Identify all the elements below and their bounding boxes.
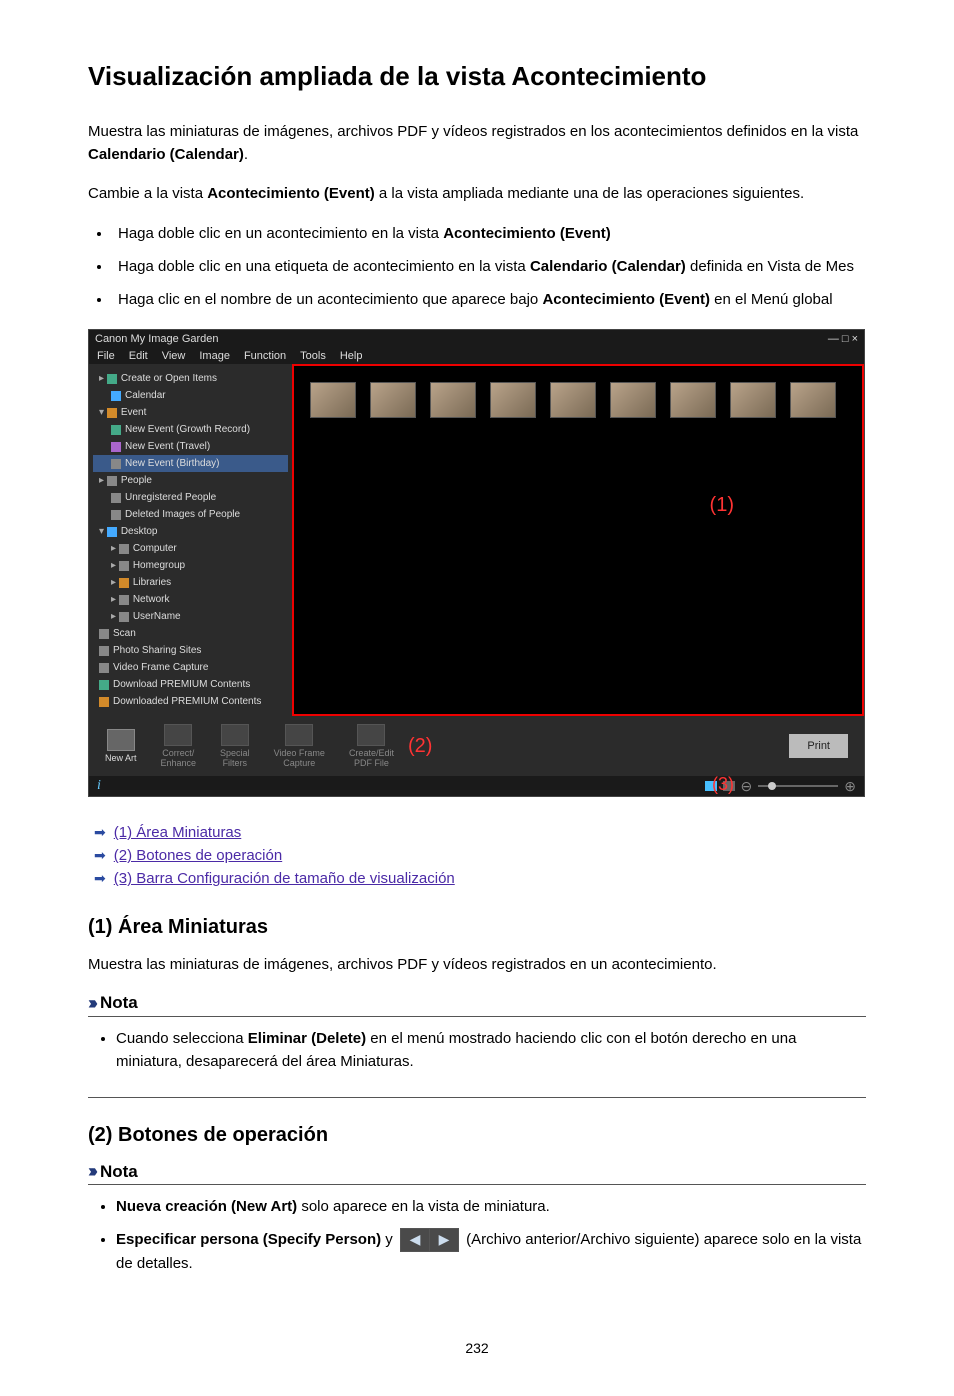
special-filters-button: Special Filters	[220, 724, 250, 768]
window-title: Canon My Image Garden	[95, 333, 219, 345]
section-1-body: Muestra las miniaturas de imágenes, arch…	[88, 953, 866, 976]
menu-item: Image	[199, 350, 230, 362]
menu-item: Edit	[129, 350, 148, 362]
menu-item: File	[97, 350, 115, 362]
tree-item: ▸ Network	[93, 591, 288, 608]
thumbnail	[430, 382, 476, 418]
menu-item: Help	[340, 350, 363, 362]
intro-paragraph-2: Cambie a la vista Acontecimiento (Event)…	[88, 182, 866, 205]
anchor-list: ➡ (1) Área Miniaturas ➡ (2) Botones de o…	[88, 821, 866, 890]
prev-next-icon: ◀▶	[400, 1228, 459, 1252]
video-frame-button: Video Frame Capture	[274, 724, 325, 768]
note-block: ››› Nota Cuando selecciona Eliminar (Del…	[88, 993, 866, 1099]
prev-icon: ◀	[401, 1229, 429, 1251]
thumbnail	[610, 382, 656, 418]
list-item: Haga doble clic en una etiqueta de acont…	[112, 255, 866, 278]
tree-item: ▸ People	[93, 472, 288, 489]
zoom-slider	[758, 785, 838, 787]
anchor-link-barra-config[interactable]: (3) Barra Configuración de tamaño de vis…	[114, 870, 455, 887]
info-icon: i	[97, 778, 101, 794]
section-2-heading: (2) Botones de operación	[88, 1124, 866, 1147]
thumbnail	[490, 382, 536, 418]
correct-enhance-button: Correct/ Enhance	[161, 724, 197, 768]
operation-toolbar: New Art Correct/ Enhance Special Filters…	[89, 716, 864, 776]
arrow-right-icon: ➡	[94, 824, 106, 841]
page-title: Visualización ampliada de la vista Acont…	[88, 60, 866, 94]
thumbnail	[670, 382, 716, 418]
pdf-icon	[357, 724, 385, 746]
tree-item: Deleted Images of People	[93, 506, 288, 523]
tree-item: ▸ UserName	[93, 608, 288, 625]
anchor-link-botones[interactable]: (2) Botones de operación	[114, 847, 282, 864]
thumbnail	[730, 382, 776, 418]
app-screenshot: Canon My Image Garden — □ × File Edit Vi…	[88, 329, 865, 797]
note-block: ››› Nota Nueva creación (New Art) solo a…	[88, 1161, 866, 1300]
tree-item: ▸ Homegroup	[93, 557, 288, 574]
print-button: Print	[789, 734, 848, 758]
window-titlebar: Canon My Image Garden — □ ×	[89, 330, 864, 348]
note-title: Nota	[100, 993, 138, 1013]
callout-marker-3: (3)	[712, 774, 734, 795]
next-icon: ▶	[429, 1229, 458, 1251]
video-icon	[285, 724, 313, 746]
anchor-item[interactable]: ➡ (3) Barra Configuración de tamaño de v…	[88, 867, 866, 890]
chevrons-icon: ›››	[88, 993, 94, 1014]
anchor-item[interactable]: ➡ (1) Área Miniaturas	[88, 821, 866, 844]
callout-marker-1: (1)	[710, 494, 734, 517]
section-1-heading: (1) Área Miniaturas	[88, 916, 866, 939]
nav-tree: ▸ Create or Open Items Calendar▾ Event N…	[89, 364, 292, 716]
create-pdf-button: Create/Edit PDF File	[349, 724, 394, 768]
anchor-link-area-miniaturas[interactable]: (1) Área Miniaturas	[114, 824, 242, 841]
callout-marker-2: (2)	[408, 735, 432, 758]
tree-item: ▸ Libraries	[93, 574, 288, 591]
new-art-button: New Art	[105, 729, 137, 763]
chevrons-icon: ›››	[88, 1161, 94, 1182]
tree-item: ▾ Event	[93, 404, 288, 421]
menu-item: View	[162, 350, 186, 362]
window-controls: — □ ×	[828, 333, 858, 345]
tree-item: Downloaded PREMIUM Contents	[93, 693, 288, 710]
tree-item: New Event (Travel)	[93, 438, 288, 455]
filters-icon	[221, 724, 249, 746]
tree-item: New Event (Growth Record)	[93, 421, 288, 438]
tree-item: Download PREMIUM Contents	[93, 676, 288, 693]
new-art-icon	[107, 729, 135, 751]
tree-item: ▾ Desktop	[93, 523, 288, 540]
tree-item: ▸ Create or Open Items	[93, 370, 288, 387]
tree-item: Calendar	[93, 387, 288, 404]
thumbnail	[550, 382, 596, 418]
arrow-right-icon: ➡	[94, 847, 106, 864]
operations-list: Haga doble clic en un acontecimiento en …	[88, 222, 866, 312]
thumbnail	[370, 382, 416, 418]
list-item: Haga doble clic en un acontecimiento en …	[112, 222, 866, 245]
menu-item: Function	[244, 350, 286, 362]
menu-item: Tools	[300, 350, 326, 362]
tree-item: Unregistered People	[93, 489, 288, 506]
note-title: Nota	[100, 1162, 138, 1182]
page-number: 232	[88, 1340, 866, 1356]
tree-item: ▸ Computer	[93, 540, 288, 557]
intro-paragraph-1: Muestra las miniaturas de imágenes, arch…	[88, 120, 866, 167]
tree-item: Photo Sharing Sites	[93, 642, 288, 659]
note-list-item: Cuando selecciona Eliminar (Delete) en e…	[116, 1027, 866, 1074]
correct-icon	[164, 724, 192, 746]
menubar: File Edit View Image Function Tools Help	[89, 348, 864, 364]
tree-item: Scan	[93, 625, 288, 642]
thumbnail-area: (1)	[292, 364, 864, 716]
thumbnail	[790, 382, 836, 418]
tree-item: Video Frame Capture	[93, 659, 288, 676]
status-bar: i (3) ⊖ ⊕	[89, 776, 864, 796]
tree-item: New Event (Birthday)	[93, 455, 288, 472]
arrow-right-icon: ➡	[94, 870, 106, 887]
list-item: Haga clic en el nombre de un acontecimie…	[112, 288, 866, 311]
note-list-item: Especificar persona (Specify Person) y ◀…	[116, 1228, 866, 1275]
thumbnail	[310, 382, 356, 418]
anchor-item[interactable]: ➡ (2) Botones de operación	[88, 844, 866, 867]
note-list-item: Nueva creación (New Art) solo aparece en…	[116, 1195, 866, 1218]
